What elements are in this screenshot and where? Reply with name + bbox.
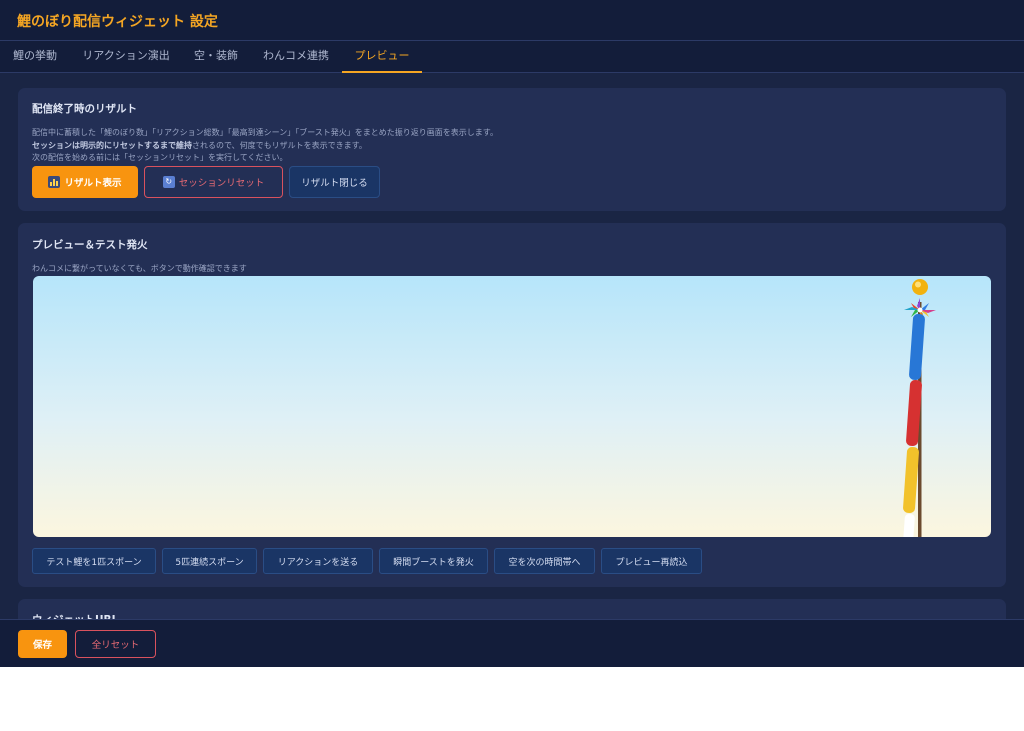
preview-card-title: プレビュー＆テスト発火 — [32, 239, 148, 251]
settings-window: 鯉のぼり配信ウィジェット 設定 鯉の挙動 リアクション演出 空・装飾 わんコメ連… — [0, 0, 1024, 667]
close-result-button[interactable]: リザルト閉じる — [289, 166, 380, 198]
next-sky-time-button[interactable]: 空を次の時間帯へ — [494, 548, 595, 574]
show-result-button[interactable]: リザルト表示 — [32, 166, 138, 198]
footer-bar: 保存 全リセット — [0, 619, 1024, 667]
result-description: 配信中に蓄積した「鯉のぼり数」「リアクション総数」「最高到達シーン」「ブースト発… — [32, 127, 498, 165]
koinobori-pole-illustration — [903, 279, 936, 537]
result-desc-bold: セッションは明示的にリセットするまで維持 — [32, 140, 192, 150]
session-reset-button[interactable]: ↻ セッションリセット — [144, 166, 283, 198]
reset-all-button[interactable]: 全リセット — [75, 630, 156, 658]
show-result-label: リザルト表示 — [64, 178, 122, 189]
tab-bar: 鯉の挙動 リアクション演出 空・装飾 わんコメ連携 プレビュー — [0, 41, 1024, 73]
streamer-blue — [909, 313, 925, 381]
fire-boost-button[interactable]: 瞬間ブーストを発火 — [379, 548, 488, 574]
app-title: 鯉のぼり配信ウィジェット 設定 — [17, 14, 218, 30]
preview-canvas — [33, 276, 991, 537]
streamer-white — [903, 513, 915, 537]
tab-wancome-link[interactable]: わんコメ連携 — [250, 41, 342, 73]
pole-ball-highlight — [915, 281, 921, 288]
result-card-title: 配信終了時のリザルト — [32, 103, 137, 115]
tab-preview[interactable]: プレビュー — [342, 41, 422, 73]
streamer-yellow — [903, 446, 919, 514]
result-desc-line-1: 配信中に蓄積した「鯉のぼり数」「リアクション総数」「最高到達シーン」「ブースト発… — [32, 128, 498, 137]
pole-ball-icon — [912, 279, 928, 295]
app-header: 鯉のぼり配信ウィジェット 設定 — [0, 0, 1024, 41]
reload-preview-button[interactable]: プレビュー再読込 — [601, 548, 702, 574]
preview-description: わんコメに繋がっていなくても、ボタンで動作確認できます — [32, 264, 247, 273]
result-desc-line-2: セッションは明示的にリセットするまで維持されるので、何度でもリザルトを表示できま… — [32, 140, 498, 153]
save-button[interactable]: 保存 — [18, 630, 67, 658]
result-desc-rest: されるので、何度でもリザルトを表示できます。 — [192, 140, 367, 150]
tab-sky-decoration[interactable]: 空・装飾 — [182, 41, 250, 73]
result-desc-line-3: 次の配信を始める前には「セッションリセット」を実行してください。 — [32, 153, 288, 162]
spawn-one-koi-button[interactable]: テスト鯉を1匹スポーン — [32, 548, 156, 574]
bar-chart-icon — [48, 176, 61, 188]
send-reaction-button[interactable]: リアクションを送る — [263, 548, 373, 574]
tab-reaction-effects[interactable]: リアクション演出 — [70, 41, 182, 73]
refresh-icon: ↻ — [162, 176, 175, 188]
spawn-five-koi-button[interactable]: 5匹連続スポーン — [162, 548, 257, 574]
session-reset-label: セッションリセット — [178, 178, 265, 189]
tab-koi-behavior[interactable]: 鯉の挙動 — [0, 41, 70, 73]
